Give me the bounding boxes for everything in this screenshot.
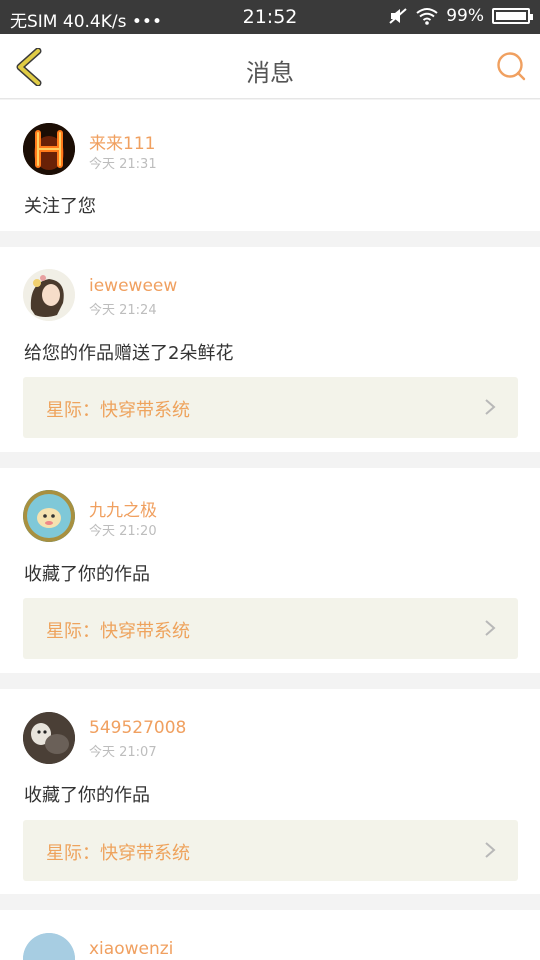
chevron-right-icon	[485, 399, 496, 415]
avatar-image	[23, 712, 75, 764]
username[interactable]: ieweweew	[89, 276, 177, 296]
battery-icon	[492, 8, 533, 24]
work-title: 星际：快穿带系统	[46, 400, 190, 421]
avatar[interactable]	[23, 712, 75, 764]
message-text: 给您的作品赠送了2朵鲜花	[24, 343, 234, 364]
username[interactable]: xiaowenzi	[89, 939, 173, 959]
work-link[interactable]: 星际：快穿带系统	[23, 820, 518, 881]
message-time: 今天 21:31	[89, 157, 157, 172]
message-text: 收藏了你的作品	[24, 785, 150, 806]
message-item[interactable]: 549527008 今天 21:07 收藏了你的作品 星际：快穿带系统	[0, 689, 540, 894]
header: 消息	[0, 34, 540, 99]
avatar[interactable]	[23, 933, 75, 960]
message-item[interactable]: xiaowenzi	[0, 910, 540, 960]
avatar-image	[23, 269, 75, 321]
work-title: 星际：快穿带系统	[46, 843, 190, 864]
work-link[interactable]: 星际：快穿带系统	[23, 598, 518, 659]
message-time: 今天 21:24	[89, 303, 157, 318]
work-title: 星际：快穿带系统	[46, 621, 190, 642]
mute-icon	[389, 8, 407, 24]
avatar-image	[23, 490, 75, 542]
avatar[interactable]	[23, 490, 75, 542]
username[interactable]: 来来111	[89, 129, 155, 154]
status-bar: 无SIM 40.4K/s ••• 21:52 99%	[0, 0, 540, 34]
work-link[interactable]: 星际：快穿带系统	[23, 377, 518, 438]
page-title: 消息	[246, 59, 294, 87]
message-item[interactable]: ieweweew 今天 21:24 给您的作品赠送了2朵鲜花 星际：快穿带系统	[0, 247, 540, 452]
message-item[interactable]: 来来111 今天 21:31 关注了您	[0, 100, 540, 231]
avatar-image	[23, 123, 75, 175]
avatar[interactable]	[23, 123, 75, 175]
search-icon[interactable]	[496, 51, 526, 81]
status-right: 99%	[388, 6, 533, 26]
message-time: 今天 21:20	[89, 524, 157, 539]
chevron-right-icon	[485, 842, 496, 858]
avatar-image	[23, 933, 75, 960]
message-text: 关注了您	[24, 196, 96, 217]
username[interactable]: 549527008	[89, 718, 186, 738]
message-item[interactable]: 九九之极 今天 21:20 收藏了你的作品 星际：快穿带系统	[0, 468, 540, 673]
message-text: 收藏了你的作品	[24, 564, 150, 585]
battery-percent: 99%	[446, 6, 484, 26]
avatar[interactable]	[23, 269, 75, 321]
username[interactable]: 九九之极	[89, 496, 157, 521]
chevron-right-icon	[485, 620, 496, 636]
message-time: 今天 21:07	[89, 745, 157, 760]
wifi-icon	[416, 8, 438, 25]
